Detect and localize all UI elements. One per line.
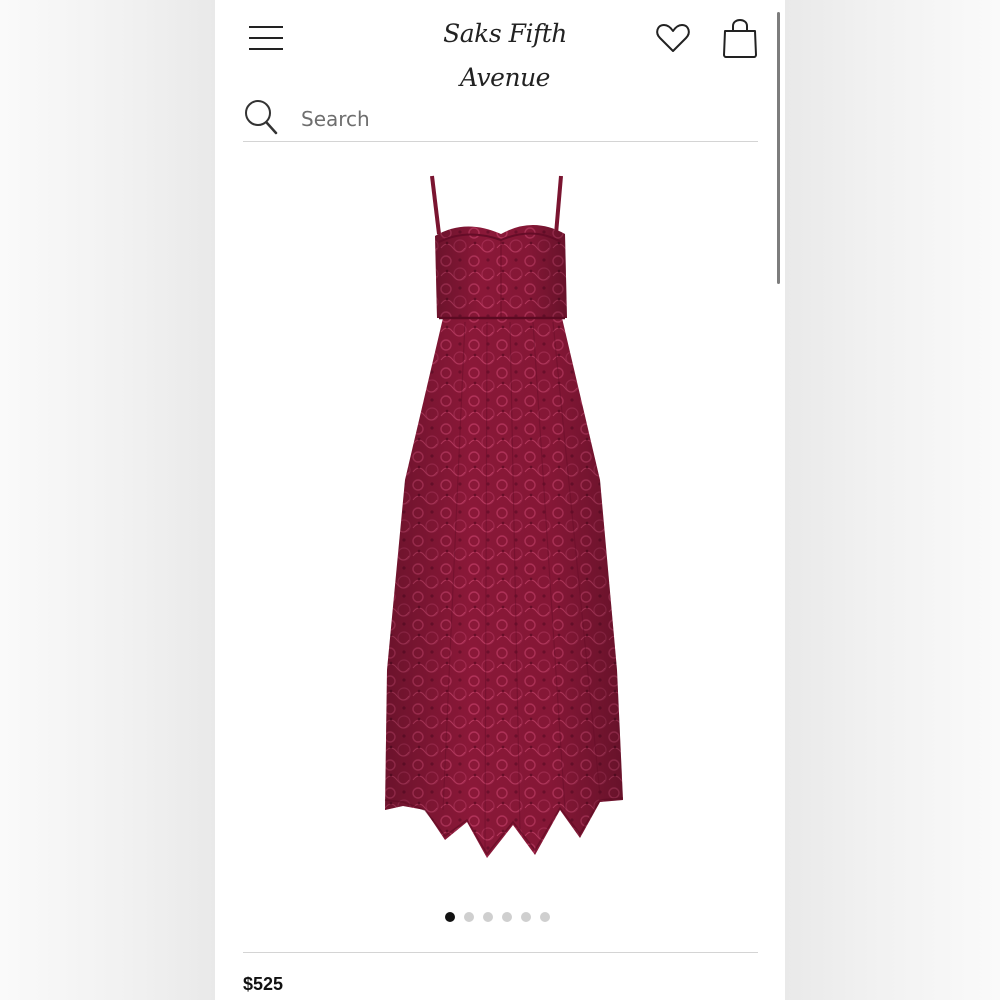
carousel-dot[interactable] xyxy=(464,912,474,922)
hamburger-menu-line xyxy=(249,48,283,50)
divider xyxy=(243,952,758,953)
product-image[interactable] xyxy=(355,170,645,870)
carousel-dot[interactable] xyxy=(540,912,550,922)
image-carousel-dots xyxy=(445,912,555,924)
heart-icon xyxy=(656,24,690,52)
shopping-bag-icon xyxy=(723,19,757,58)
carousel-dot[interactable] xyxy=(502,912,512,922)
carousel-dot[interactable] xyxy=(445,912,455,922)
dress-illustration xyxy=(384,175,624,858)
wishlist-button[interactable] xyxy=(653,18,693,58)
background-left xyxy=(0,0,215,1000)
search-input[interactable] xyxy=(299,103,743,135)
carousel-dot[interactable] xyxy=(483,912,493,922)
store-logo[interactable]: Saks Fifth Avenue xyxy=(395,12,615,92)
hamburger-menu-line xyxy=(249,37,283,39)
product-price: $525 xyxy=(243,974,284,994)
carousel-dot[interactable] xyxy=(521,912,531,922)
mobile-page: Saks Fifth Avenue Search $525 xyxy=(215,0,785,1000)
search-icon[interactable] xyxy=(243,98,279,136)
scrollbar[interactable] xyxy=(777,12,780,284)
shopping-bag-button[interactable] xyxy=(718,14,762,60)
menu-button[interactable] xyxy=(247,24,285,52)
search-bar xyxy=(243,95,758,142)
hamburger-menu-icon xyxy=(249,26,283,28)
background-right xyxy=(785,0,1000,1000)
